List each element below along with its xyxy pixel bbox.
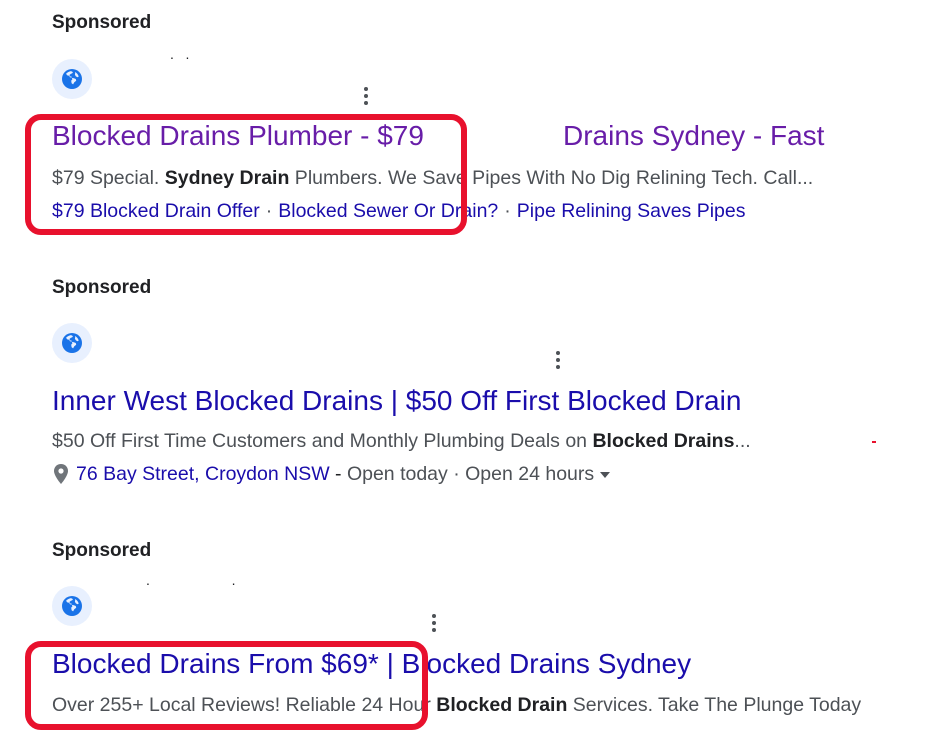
ad-title-continued[interactable]: Drains Sydney - Fast	[563, 119, 824, 153]
more-vert-icon[interactable]	[554, 351, 562, 369]
description-text: Services. Take The Plunge Today	[567, 694, 862, 716]
globe-icon	[62, 596, 82, 616]
sitelink-pipe-relining[interactable]: Pipe Relining Saves Pipes	[517, 200, 746, 222]
sponsored-label: Sponsored	[52, 12, 152, 33]
ad-title[interactable]: Inner West Blocked Drains | $50 Off Firs…	[52, 384, 741, 418]
red-annotation-box	[25, 641, 428, 730]
sponsored-label: Sponsored	[52, 540, 152, 561]
ad-favicon[interactable]	[52, 586, 92, 626]
speck: . .	[146, 572, 236, 588]
speck: . .	[170, 46, 190, 62]
sponsored-label: Sponsored	[52, 277, 152, 298]
dash: -	[329, 463, 347, 485]
address-link[interactable]: 76 Bay Street, Croydon NSW	[76, 461, 330, 487]
description-bold: Blocked Drains	[592, 430, 735, 452]
globe-icon	[62, 333, 82, 353]
hours-dropdown[interactable]: Open 24 hours	[465, 461, 594, 487]
hours-separator: ·	[447, 463, 466, 485]
description-bold: Blocked Drain	[436, 694, 568, 716]
more-vert-icon[interactable]	[430, 614, 438, 632]
description-text: ...	[734, 430, 751, 452]
open-today: Open today	[346, 463, 448, 485]
ad-favicon[interactable]	[52, 323, 92, 363]
ad-favicon[interactable]	[52, 59, 92, 99]
caret-down-icon[interactable]	[600, 472, 611, 478]
globe-icon	[62, 69, 82, 89]
red-mark	[872, 441, 876, 443]
ad-description: $50 Off First Time Customers and Monthly…	[52, 428, 751, 454]
location-pin-icon	[54, 464, 68, 484]
red-annotation-box	[25, 114, 467, 235]
description-text: $50 Off First Time Customers and Monthly…	[52, 430, 593, 452]
sitelink-separator: ·	[504, 200, 511, 222]
location-row: 76 Bay Street, Croydon NSW - Open today …	[52, 461, 611, 487]
more-vert-icon[interactable]	[362, 87, 370, 105]
